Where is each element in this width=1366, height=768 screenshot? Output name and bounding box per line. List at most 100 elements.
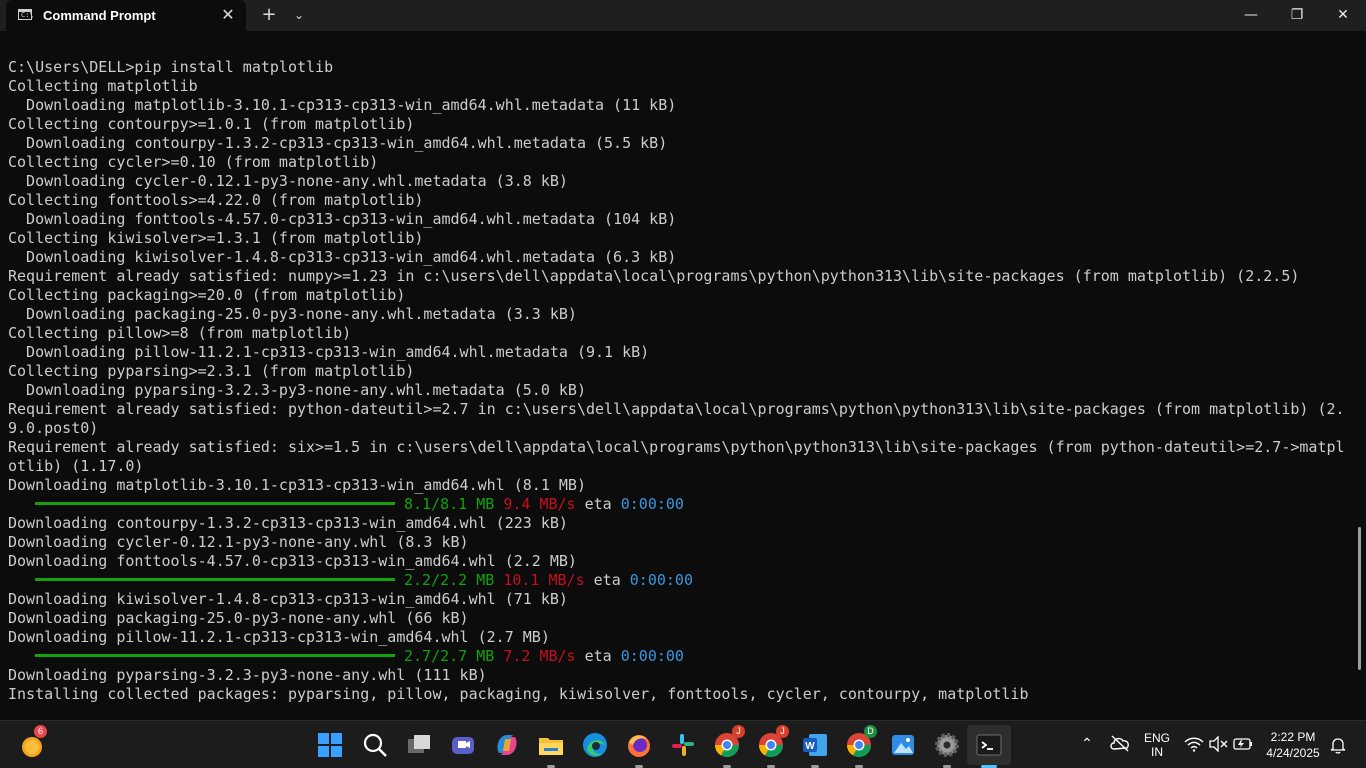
progress-line: 8.1/8.1 MB 9.4 MB/s eta 0:00:00 xyxy=(8,495,1353,514)
terminal-text: otlib) (1.17.0) xyxy=(8,457,144,475)
close-tab-button[interactable]: ✕ xyxy=(219,5,237,25)
terminal-text: Collecting pillow>=8 (from matplotlib) xyxy=(8,324,352,342)
terminal-line: Requirement already satisfied: numpy>=1.… xyxy=(8,267,1353,286)
volume-muted-icon[interactable] xyxy=(1208,735,1228,757)
copilot-icon[interactable] xyxy=(491,729,523,761)
terminal-line: Downloading kiwisolver-1.4.8-cp313-cp313… xyxy=(8,248,1353,267)
notification-bell-icon[interactable] xyxy=(1329,736,1347,759)
wifi-icon[interactable] xyxy=(1184,736,1204,757)
terminal-line: Requirement already satisfied: python-da… xyxy=(8,400,1353,419)
chevron-up-icon[interactable]: ⌃ xyxy=(1078,735,1096,752)
progress-line: 2.7/2.7 MB 7.2 MB/s eta 0:00:00 xyxy=(8,647,1353,666)
terminal-text: Downloading pillow-11.2.1-cp313-cp313-wi… xyxy=(8,628,550,646)
battery-icon[interactable] xyxy=(1232,736,1254,757)
tab-title: Command Prompt xyxy=(43,8,156,23)
word-icon[interactable]: W xyxy=(799,729,831,768)
terminal-text: Installing collected packages: pyparsing… xyxy=(8,685,1029,703)
terminal-text: Downloading matplotlib-3.10.1-cp313-cp31… xyxy=(8,96,677,114)
terminal-line: Downloading pillow-11.2.1-cp313-cp313-wi… xyxy=(8,628,1353,647)
terminal-line: C:\Users\DELL>pip install matplotlib xyxy=(8,58,1353,77)
terminal-text: Collecting contourpy>=1.0.1 (from matplo… xyxy=(8,115,415,133)
terminal-text: Requirement already satisfied: python-da… xyxy=(8,400,1345,418)
terminal-text: 10.1 MB/s xyxy=(503,571,585,589)
file-explorer-icon[interactable] xyxy=(535,729,567,768)
firefox-icon[interactable] xyxy=(623,729,655,768)
terminal-line: Collecting pyparsing>=2.3.1 (from matplo… xyxy=(8,362,1353,381)
terminal-line: Downloading cycler-0.12.1-py3-none-any.w… xyxy=(8,533,1353,552)
taskbar: 6 J J W D ⌃ ENG IN 2:22 PM 4/24/2025 xyxy=(0,720,1366,768)
meet-icon[interactable] xyxy=(447,729,479,761)
terminal-text: 2.2/2.2 MB xyxy=(404,571,495,589)
settings-icon[interactable] xyxy=(931,729,963,768)
terminal-text: Collecting kiwisolver>=1.3.1 (from matpl… xyxy=(8,229,424,247)
clock[interactable]: 2:22 PM 4/24/2025 xyxy=(1262,729,1324,761)
terminal-text: 0:00:00 xyxy=(620,647,684,665)
terminal-text: Collecting fonttools>=4.22.0 (from matpl… xyxy=(8,191,424,209)
search-icon[interactable] xyxy=(359,729,391,761)
tab-dropdown-button[interactable]: ⌄ xyxy=(289,4,309,26)
terminal-text: 0:00:00 xyxy=(620,495,684,513)
terminal-line: Collecting kiwisolver>=1.3.1 (from matpl… xyxy=(8,229,1353,248)
clock-date: 4/24/2025 xyxy=(1266,746,1320,760)
photos-icon[interactable] xyxy=(887,729,919,761)
language-indicator[interactable]: ENG IN xyxy=(1141,731,1173,759)
terminal-line: Downloading matplotlib-3.10.1-cp313-cp31… xyxy=(8,96,1353,115)
terminal-output[interactable]: C:\Users\DELL>pip install matplotlib Coll… xyxy=(8,58,1353,718)
terminal-icon[interactable] xyxy=(973,729,1005,768)
terminal-text: 7.2 MB/s xyxy=(503,647,576,665)
terminal-line: Downloading contourpy-1.3.2-cp313-cp313-… xyxy=(8,134,1353,153)
terminal-text: Downloading matplotlib-3.10.1-cp313-cp31… xyxy=(8,476,586,494)
terminal-text: Downloading kiwisolver-1.4.8-cp313-cp313… xyxy=(8,248,677,266)
close-window-button[interactable]: ✕ xyxy=(1320,0,1366,31)
terminal-line: Downloading pyparsing-3.2.3-py3-none-any… xyxy=(8,666,1353,685)
title-bar[interactable]: C:\ Command Prompt ✕ + ⌄ — ❐ ✕ xyxy=(0,0,1366,31)
terminal-line: Collecting matplotlib xyxy=(8,77,1353,96)
terminal-line: Downloading pyparsing-3.2.3-py3-none-any… xyxy=(8,381,1353,400)
terminal-text: Downloading pyparsing-3.2.3-py3-none-any… xyxy=(8,666,487,684)
scrollbar-thumb[interactable] xyxy=(1358,527,1361,670)
weather-icon[interactable]: 6 xyxy=(18,725,50,761)
terminal-text: C:\Users\DELL>pip install matplotlib xyxy=(8,58,334,76)
cloud-icon[interactable] xyxy=(1108,733,1132,758)
terminal-line: Collecting contourpy>=1.0.1 (from matplo… xyxy=(8,115,1353,134)
terminal-text: Requirement already satisfied: six>=1.5 … xyxy=(8,438,1345,456)
terminal-text: Downloading kiwisolver-1.4.8-cp313-cp313… xyxy=(8,590,568,608)
terminal-line: Downloading cycler-0.12.1-py3-none-any.w… xyxy=(8,172,1353,191)
terminal-text: Collecting matplotlib xyxy=(8,77,198,95)
terminal-text: eta xyxy=(584,571,630,589)
maximize-button[interactable]: ❐ xyxy=(1274,0,1320,31)
terminal-text: eta xyxy=(575,495,621,513)
terminal-line: Collecting pillow>=8 (from matplotlib) xyxy=(8,324,1353,343)
progress-bar xyxy=(35,502,395,505)
terminal-line: Downloading packaging-25.0-py3-none-any.… xyxy=(8,305,1353,324)
terminal-text: Downloading packaging-25.0-py3-none-any.… xyxy=(8,609,469,627)
new-tab-button[interactable]: + xyxy=(258,4,280,26)
clock-time: 2:22 PM xyxy=(1270,730,1316,744)
terminal-text: Requirement already satisfied: numpy>=1.… xyxy=(8,267,1300,285)
terminal-line: Downloading pillow-11.2.1-cp313-cp313-wi… xyxy=(8,343,1353,362)
terminal-text: Collecting packaging>=20.0 (from matplot… xyxy=(8,286,406,304)
progress-bar xyxy=(35,654,395,657)
language-line1: ENG xyxy=(1143,731,1170,745)
chrome-icon[interactable]: D xyxy=(843,725,877,768)
edge-icon[interactable] xyxy=(579,729,611,761)
chrome-icon[interactable]: J xyxy=(755,725,789,768)
minimize-button[interactable]: — xyxy=(1228,0,1274,31)
terminal-line: Requirement already satisfied: six>=1.5 … xyxy=(8,438,1353,457)
terminal-line: Downloading matplotlib-3.10.1-cp313-cp31… xyxy=(8,476,1353,495)
terminal-text: 2.7/2.7 MB xyxy=(404,647,495,665)
terminal-line: Installing collected packages: pyparsing… xyxy=(8,685,1353,704)
terminal-text: Downloading cycler-0.12.1-py3-none-any.w… xyxy=(8,533,469,551)
terminal-text: Downloading fonttools-4.57.0-cp313-cp313… xyxy=(8,210,677,228)
tab-command-prompt[interactable]: C:\ Command Prompt ✕ xyxy=(6,0,246,31)
terminal-text: Downloading fonttools-4.57.0-cp313-cp313… xyxy=(8,552,577,570)
terminal-line: otlib) (1.17.0) xyxy=(8,457,1353,476)
chrome-icon[interactable]: J xyxy=(711,725,745,768)
start-icon[interactable] xyxy=(314,729,346,761)
progress-line: 2.2/2.2 MB 10.1 MB/s eta 0:00:00 xyxy=(8,571,1353,590)
task-view-icon[interactable] xyxy=(403,729,435,761)
slack-icon[interactable] xyxy=(667,729,699,761)
terminal-text: Collecting cycler>=0.10 (from matplotlib… xyxy=(8,153,379,171)
terminal-line: Collecting cycler>=0.10 (from matplotlib… xyxy=(8,153,1353,172)
terminal-text: Downloading contourpy-1.3.2-cp313-cp313-… xyxy=(8,134,668,152)
